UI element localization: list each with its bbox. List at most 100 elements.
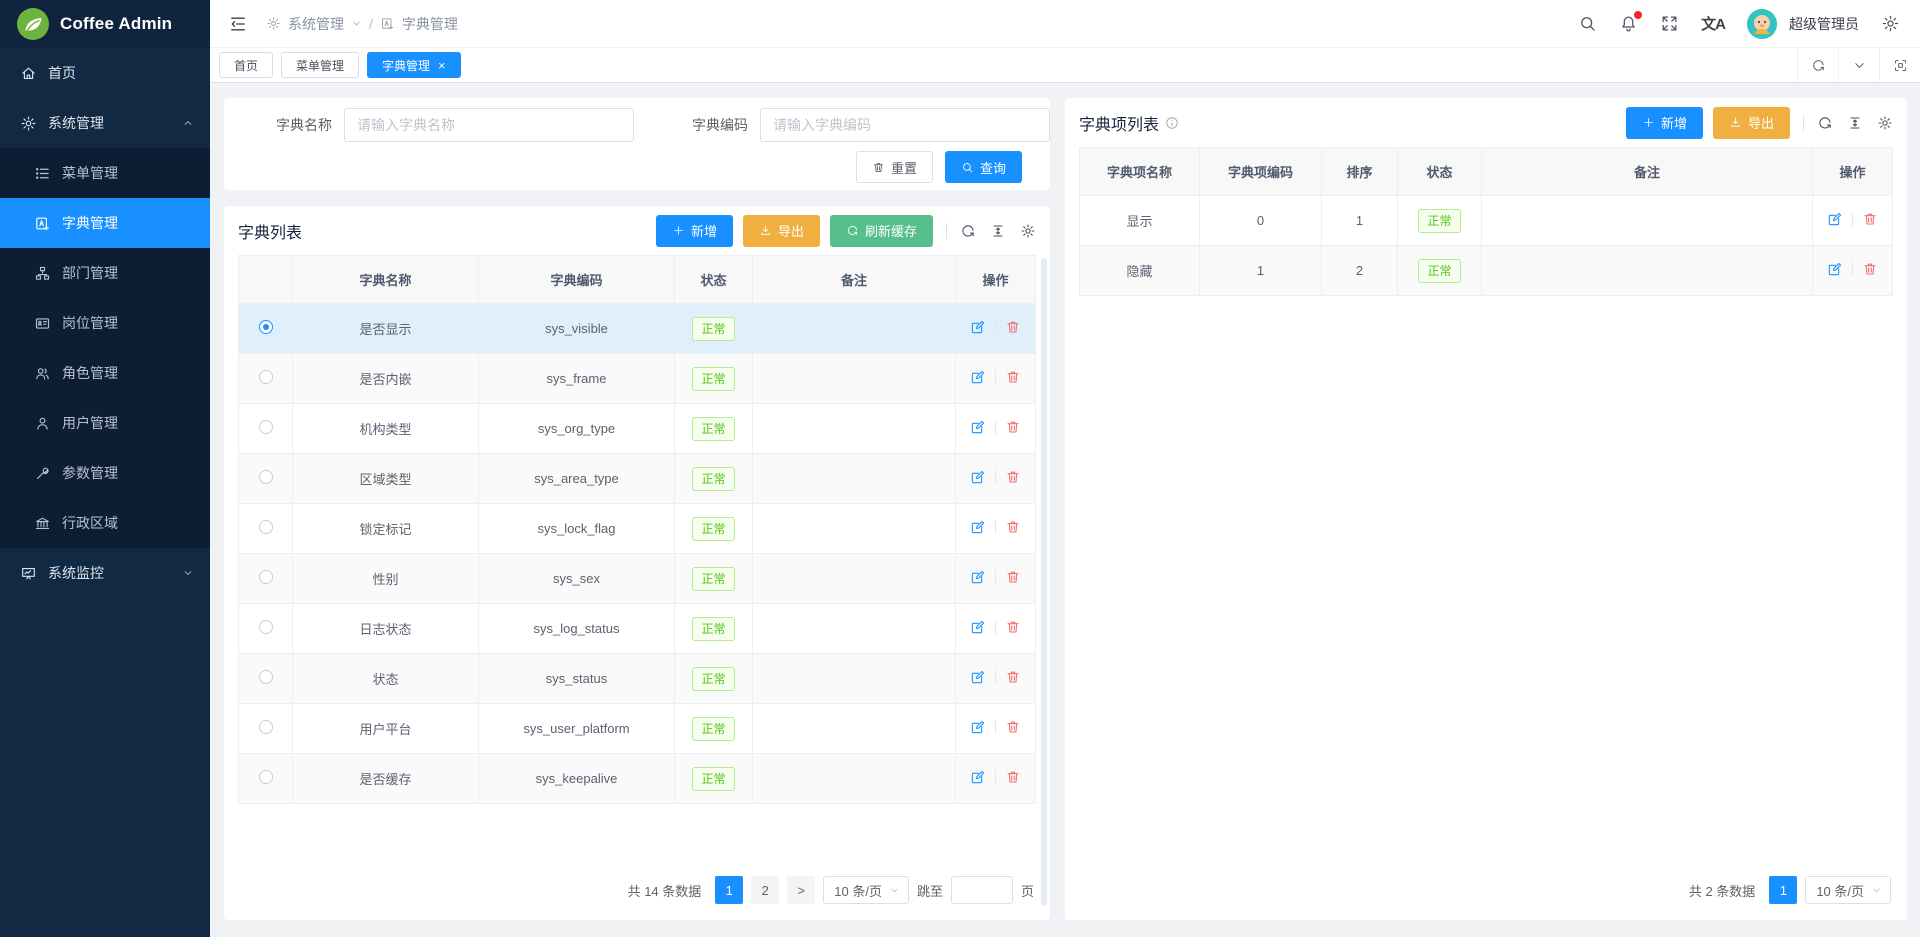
trash-icon[interactable] (1005, 669, 1021, 685)
export-dict-items-button[interactable]: 导出 (1713, 107, 1790, 139)
status-badge: 正常 (692, 367, 734, 391)
chevron-down-icon (351, 18, 362, 29)
next-page-button[interactable]: > (787, 876, 815, 904)
dict-table-row[interactable]: 区域类型 sys_area_type 正常 (239, 454, 1036, 504)
sidebar-item-dict-mgmt[interactable]: 字典管理 (0, 198, 210, 248)
edit-icon[interactable] (1827, 211, 1843, 227)
refresh-cache-button[interactable]: 刷新缓存 (830, 215, 933, 247)
edit-icon[interactable] (970, 769, 986, 785)
page-1-button[interactable]: 1 (715, 876, 743, 904)
tab-home[interactable]: 首页 (219, 52, 273, 78)
page-size-select[interactable]: 10 条/页 (823, 876, 909, 904)
row-height-icon[interactable] (1847, 115, 1863, 131)
edit-icon[interactable] (970, 419, 986, 435)
add-dict-item-button[interactable]: 新增 (1626, 107, 1703, 139)
row-height-icon[interactable] (990, 223, 1006, 239)
edit-icon[interactable] (970, 469, 986, 485)
trash-icon[interactable] (1005, 419, 1021, 435)
dict-table-row[interactable]: 性别 sys_sex 正常 (239, 554, 1036, 604)
refresh-tabs-button[interactable] (1797, 48, 1838, 82)
dict-name-input[interactable] (344, 108, 634, 142)
menu-fold-icon[interactable] (228, 14, 248, 34)
export-dict-button[interactable]: 导出 (743, 215, 820, 247)
tabs-menu-button[interactable] (1838, 48, 1879, 82)
dict-table-row[interactable]: 是否内嵌 sys_frame 正常 (239, 354, 1036, 404)
refresh-icon[interactable] (1817, 115, 1833, 131)
row-radio[interactable] (259, 670, 273, 684)
page-2-button[interactable]: 2 (751, 876, 779, 904)
edit-icon[interactable] (970, 619, 986, 635)
sidebar-item-param-mgmt[interactable]: 参数管理 (0, 448, 210, 498)
tab-dict-mgmt[interactable]: 字典管理 × (367, 52, 461, 78)
close-icon[interactable]: × (438, 59, 446, 72)
row-radio[interactable] (259, 470, 273, 484)
row-radio[interactable] (259, 570, 273, 584)
trash-icon[interactable] (1005, 319, 1021, 335)
trash-icon[interactable] (1005, 519, 1021, 535)
dict-table-row[interactable]: 是否显示 sys_visible 正常 (239, 304, 1036, 354)
add-dict-button[interactable]: 新增 (656, 215, 733, 247)
dict-item-row[interactable]: 显示 0 1 正常 (1080, 196, 1893, 246)
dict-table-row[interactable]: 机构类型 sys_org_type 正常 (239, 404, 1036, 454)
edit-icon[interactable] (970, 519, 986, 535)
reset-button[interactable]: 重置 (856, 151, 933, 183)
sidebar-item-dept-mgmt[interactable]: 部门管理 (0, 248, 210, 298)
tab-menu-mgmt[interactable]: 菜单管理 (281, 52, 359, 78)
trash-icon[interactable] (1005, 469, 1021, 485)
user-name[interactable]: 超级管理员 (1789, 14, 1859, 34)
sidebar-item-monitor[interactable]: 系统监控 (0, 548, 210, 598)
trash-icon[interactable] (1005, 369, 1021, 385)
dict-code-input[interactable] (760, 108, 1050, 142)
translate-icon[interactable]: 文A (1701, 13, 1725, 34)
dict-table-row[interactable]: 锁定标记 sys_lock_flag 正常 (239, 504, 1036, 554)
total-count: 共 2 条数据 (1689, 881, 1755, 900)
gear-icon[interactable] (1881, 14, 1900, 33)
avatar[interactable] (1747, 9, 1777, 39)
dict-table-row[interactable]: 用户平台 sys_user_platform 正常 (239, 704, 1036, 754)
sidebar-item-role-mgmt[interactable]: 角色管理 (0, 348, 210, 398)
edit-icon[interactable] (970, 569, 986, 585)
trash-icon[interactable] (1005, 769, 1021, 785)
gear-icon[interactable] (1877, 115, 1893, 131)
trash-icon[interactable] (1005, 719, 1021, 735)
notifications-button[interactable] (1619, 14, 1638, 33)
edit-icon[interactable] (970, 669, 986, 685)
dict-item-row[interactable]: 隐藏 1 2 正常 (1080, 246, 1893, 296)
edit-icon[interactable] (970, 369, 986, 385)
gear-icon[interactable] (1020, 223, 1036, 239)
sidebar-item-menu-mgmt[interactable]: 菜单管理 (0, 148, 210, 198)
row-radio[interactable] (259, 720, 273, 734)
dict-table-row[interactable]: 日志状态 sys_log_status 正常 (239, 604, 1036, 654)
dict-code-cell: sys_log_status (479, 604, 675, 654)
breadcrumb-parent[interactable]: 系统管理 (288, 14, 344, 34)
row-radio[interactable] (259, 520, 273, 534)
dict-table-row[interactable]: 是否缓存 sys_keepalive 正常 (239, 754, 1036, 804)
maximize-button[interactable] (1879, 48, 1920, 82)
fullscreen-icon[interactable] (1660, 14, 1679, 33)
row-radio[interactable] (259, 320, 273, 334)
row-radio[interactable] (259, 370, 273, 384)
dict-table-row[interactable]: 状态 sys_status 正常 (239, 654, 1036, 704)
sidebar-item-post-mgmt[interactable]: 岗位管理 (0, 298, 210, 348)
edit-icon[interactable] (970, 719, 986, 735)
row-radio[interactable] (259, 770, 273, 784)
row-radio[interactable] (259, 420, 273, 434)
row-radio[interactable] (259, 620, 273, 634)
refresh-icon[interactable] (960, 223, 976, 239)
jump-page-input[interactable] (951, 876, 1013, 904)
page-1-button[interactable]: 1 (1769, 876, 1797, 904)
trash-icon[interactable] (1005, 619, 1021, 635)
edit-icon[interactable] (1827, 261, 1843, 277)
sidebar-item-user-mgmt[interactable]: 用户管理 (0, 398, 210, 448)
search-icon[interactable] (1578, 14, 1597, 33)
edit-icon[interactable] (970, 319, 986, 335)
trash-icon[interactable] (1005, 569, 1021, 585)
trash-icon[interactable] (1862, 211, 1878, 227)
sidebar-item-system[interactable]: 系统管理 (0, 98, 210, 148)
trash-icon[interactable] (1862, 261, 1878, 277)
scrollbar[interactable] (1041, 258, 1047, 906)
query-button[interactable]: 查询 (945, 151, 1022, 183)
sidebar-item-region[interactable]: 行政区域 (0, 498, 210, 548)
page-size-select[interactable]: 10 条/页 (1805, 876, 1891, 904)
sidebar-item-home[interactable]: 首页 (0, 48, 210, 98)
